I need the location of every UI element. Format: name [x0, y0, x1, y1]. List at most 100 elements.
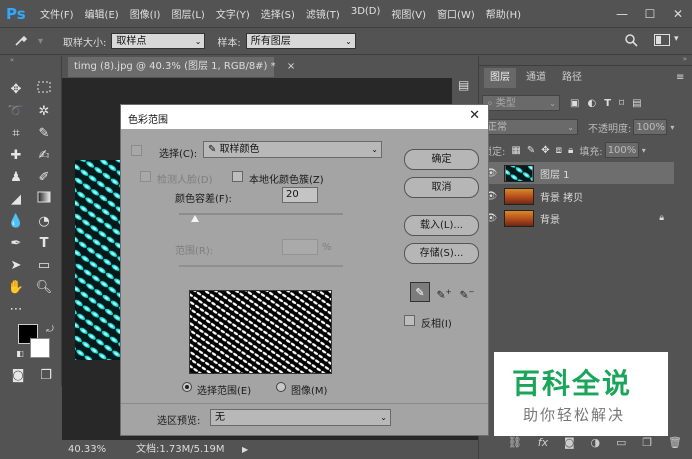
fuzziness-slider-thumb[interactable] [191, 215, 200, 222]
search-icon[interactable] [624, 33, 638, 50]
layer-style-icon[interactable]: fx [538, 436, 548, 454]
rectangle-tool-icon[interactable]: ▭ [34, 256, 54, 276]
path-selection-tool-icon[interactable]: ➤ [6, 256, 26, 276]
save-button[interactable]: 存储(S)... [404, 243, 479, 264]
menu-window[interactable]: 窗口(W) [437, 6, 475, 21]
add-to-sample-icon[interactable]: ✎+ [434, 282, 454, 302]
zoom-tool-icon[interactable]: 🔍︎ [34, 278, 54, 298]
menu-type[interactable]: 文字(Y) [216, 6, 250, 21]
range-input[interactable] [282, 239, 318, 255]
chevron-down-icon[interactable]: ▾ [674, 34, 679, 44]
add-mask-icon[interactable]: ◙ [564, 436, 575, 454]
menu-file[interactable]: 文件(F) [40, 6, 74, 21]
panel-collapse-icon[interactable]: » [683, 55, 687, 63]
brush-tool-icon[interactable]: ✍ [34, 146, 54, 166]
marquee-tool-icon[interactable] [34, 80, 54, 100]
tab-layers[interactable]: 图层 [484, 68, 516, 88]
magic-wand-tool-icon[interactable]: ✲ [34, 102, 54, 122]
delete-layer-icon[interactable]: 🗑︎ [668, 436, 682, 454]
sample-size-dropdown[interactable]: 取样点 ⌄ [111, 33, 206, 49]
menu-view[interactable]: 视图(V) [391, 6, 426, 21]
sample-dropdown[interactable]: 所有图层 ⌄ [245, 33, 356, 49]
gradient-tool-icon[interactable] [34, 190, 54, 210]
eyedropper-tool-icon[interactable]: ✎ [34, 124, 54, 144]
new-group-icon[interactable]: ▭ [616, 436, 626, 454]
lock-all-icon[interactable]: 🔒︎ [568, 145, 573, 156]
adjustment-layer-icon[interactable]: ◑ [591, 436, 601, 454]
dodge-tool-icon[interactable]: ◔ [34, 212, 54, 232]
fuzziness-input[interactable]: 20 [282, 187, 318, 203]
lock-pixels-icon[interactable]: ✎ [527, 145, 535, 156]
view-selection-radio[interactable] [182, 382, 192, 392]
menu-select[interactable]: 选择(S) [261, 6, 295, 21]
swap-colors-icon[interactable]: ⤾ [40, 320, 60, 340]
subtract-from-sample-icon[interactable]: ✎− [457, 282, 477, 302]
screen-mode-icon[interactable]: ❐ [36, 366, 56, 386]
select-dropdown[interactable]: ✎ 取样颜色 ⌄ [203, 141, 382, 158]
lock-artboard-icon[interactable]: ⧈ [556, 145, 562, 156]
menu-image[interactable]: 图像(I) [130, 6, 161, 21]
eraser-tool-icon[interactable]: ◢ [6, 190, 26, 210]
menu-3d[interactable]: 3D(D) [351, 6, 381, 21]
selection-preview-dropdown[interactable]: 无 ⌄ [210, 409, 391, 426]
layer-row[interactable]: 👁︎ 图层 1 [482, 162, 674, 184]
close-button[interactable]: ✕ [664, 7, 692, 21]
opacity-field[interactable]: 100% [633, 119, 668, 135]
ok-button[interactable]: 确定 [404, 149, 479, 170]
detect-faces-checkbox[interactable] [140, 171, 151, 182]
type-tool-icon[interactable]: T [34, 234, 54, 254]
background-color-swatch[interactable] [30, 338, 50, 358]
filter-adjustment-icon[interactable]: ◐ [587, 98, 596, 109]
menu-filter[interactable]: 滤镜(T) [306, 6, 340, 21]
crop-tool-icon[interactable]: ⌗ [6, 124, 26, 144]
blur-tool-icon[interactable]: 💧 [6, 212, 26, 232]
view-image-radio[interactable] [276, 382, 286, 392]
minimize-button[interactable]: — [608, 7, 636, 21]
menu-layer[interactable]: 图层(L) [171, 6, 204, 21]
history-panel-icon[interactable]: ▤ [458, 78, 469, 92]
tab-paths[interactable]: 路径 [556, 68, 588, 88]
load-button[interactable]: 载入(L)... [404, 215, 479, 236]
chevron-down-icon[interactable]: ▾ [642, 146, 646, 155]
zoom-level[interactable]: 40.33% [68, 440, 106, 459]
invert-checkbox[interactable] [404, 315, 415, 326]
close-tab-icon[interactable]: × [287, 61, 295, 72]
hand-tool-icon[interactable]: ✋ [6, 278, 26, 298]
stamp-tool-icon[interactable]: ♟ [6, 168, 26, 188]
fuzziness-slider[interactable] [179, 213, 343, 215]
pen-tool-icon[interactable]: ✒ [6, 234, 26, 254]
filter-smart-object-icon[interactable]: ▤ [632, 98, 641, 109]
cancel-button[interactable]: 取消 [404, 177, 479, 198]
lock-position-icon[interactable]: ✥ [541, 145, 549, 156]
blend-mode-dropdown[interactable]: 正常 ⌄ [482, 119, 578, 135]
workspace-icon[interactable] [654, 34, 670, 49]
layer-row[interactable]: 👁︎ 背景 🔒︎ [482, 207, 674, 229]
layer-row[interactable]: 👁︎ 背景 拷贝 [482, 185, 674, 207]
move-tool-icon[interactable]: ✥ [6, 80, 26, 100]
filter-type-icon[interactable]: T [604, 98, 611, 109]
healing-brush-tool-icon[interactable]: ✚ [6, 146, 26, 166]
new-layer-icon[interactable]: ❐ [642, 436, 652, 454]
maximize-button[interactable]: ☐ [636, 7, 664, 21]
menu-edit[interactable]: 编辑(E) [85, 6, 119, 21]
filter-shape-icon[interactable]: ⌑ [619, 98, 624, 109]
menu-help[interactable]: 帮助(H) [486, 6, 521, 21]
more-tools-icon[interactable]: ⋯ [6, 300, 26, 320]
chevron-down-icon[interactable]: ▾ [670, 123, 674, 132]
tab-channels[interactable]: 通道 [520, 68, 552, 88]
panel-collapse-icon[interactable]: « [2, 56, 22, 66]
quick-mask-icon[interactable]: ◙ [8, 366, 28, 386]
document-tab[interactable]: timg (8).jpg @ 40.3% (图层 1, RGB/8#) * × [68, 57, 295, 77]
history-brush-tool-icon[interactable]: ✐ [34, 168, 54, 188]
range-slider[interactable] [179, 265, 343, 267]
fill-field[interactable]: 100% [604, 142, 639, 158]
layer-kind-filter[interactable]: ⌕ 类型 ⌄ [482, 95, 560, 111]
eyedropper-tool-icon[interactable] [14, 33, 36, 50]
lasso-tool-icon[interactable]: ➰ [6, 102, 26, 122]
link-layers-icon[interactable]: ⛓ [508, 436, 522, 454]
dialog-close-button[interactable]: ✕ [469, 108, 480, 123]
filter-pixel-icon[interactable]: ▣ [570, 98, 579, 109]
eyedropper-icon[interactable]: ✎ [410, 282, 430, 302]
lock-transparent-icon[interactable]: ▦ [511, 145, 520, 156]
status-menu-icon[interactable]: ▶ [242, 440, 248, 459]
